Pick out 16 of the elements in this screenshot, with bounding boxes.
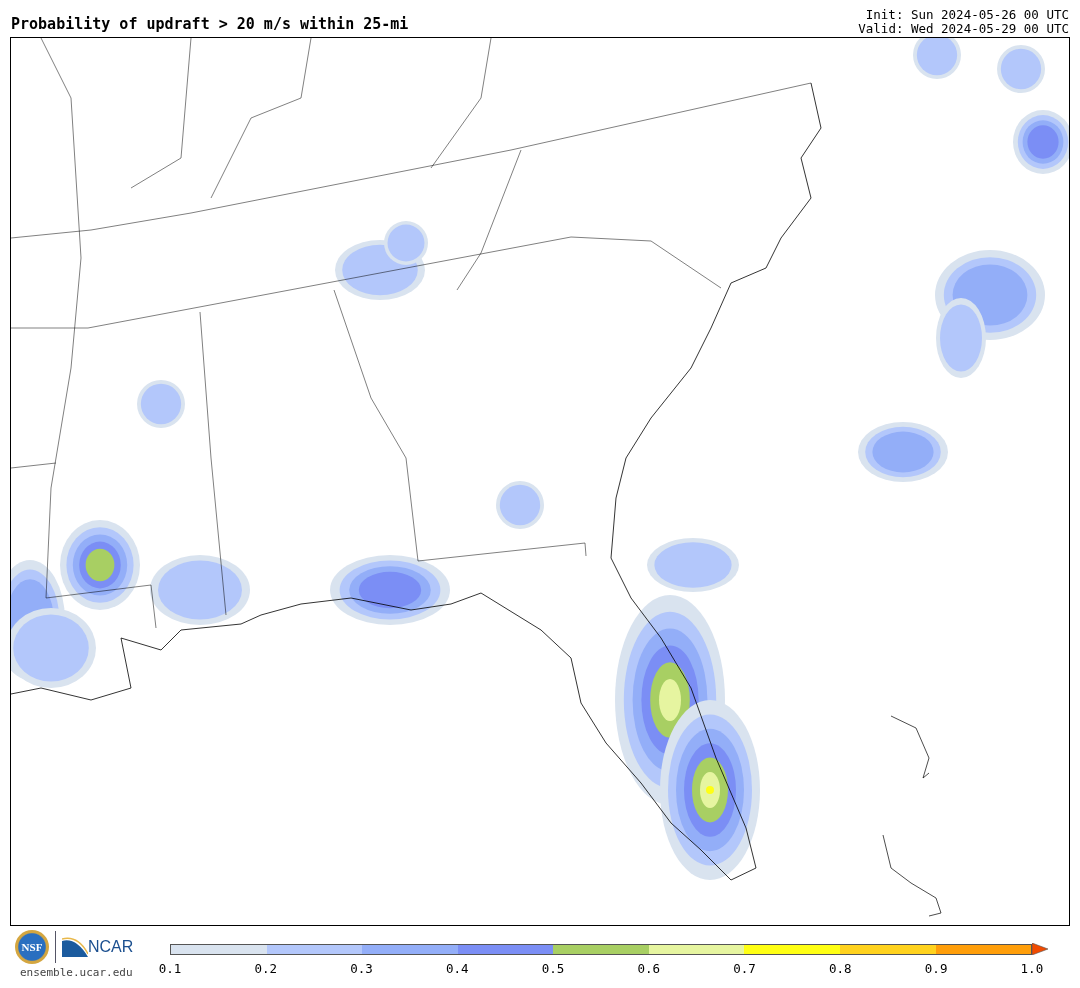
plot-title: Probability of updraft > 20 m/s within 25-mi: [11, 15, 409, 35]
colorbar-tick-label: 0.6: [636, 961, 662, 976]
colorbar-tick-label: 0.3: [349, 961, 374, 976]
colorbar-tick-label: 0.4: [445, 961, 470, 976]
logo-text: NCAR: [88, 938, 134, 956]
seal-logo: NSF: [15, 930, 49, 964]
colorbar-tick-label: 0.9: [923, 961, 949, 976]
colorbar-tick-label: 0.5: [540, 961, 566, 976]
colorbar-tick-label: 1.0: [1019, 961, 1045, 976]
colorbar-tick-label: 0.2: [253, 961, 279, 976]
colorbar-tick-label: 0.1: [157, 961, 183, 976]
init-time: Init: Sun 2024-05-26 00 UTC: [864, 8, 1069, 22]
wave-logo-icon: [62, 937, 88, 957]
valid-time: Valid: Wed 2024-05-29 00 UTC: [858, 22, 1069, 36]
colorbar-tick-label: 0.7: [732, 961, 757, 976]
colorbar-tick-label: 0.8: [828, 961, 853, 976]
